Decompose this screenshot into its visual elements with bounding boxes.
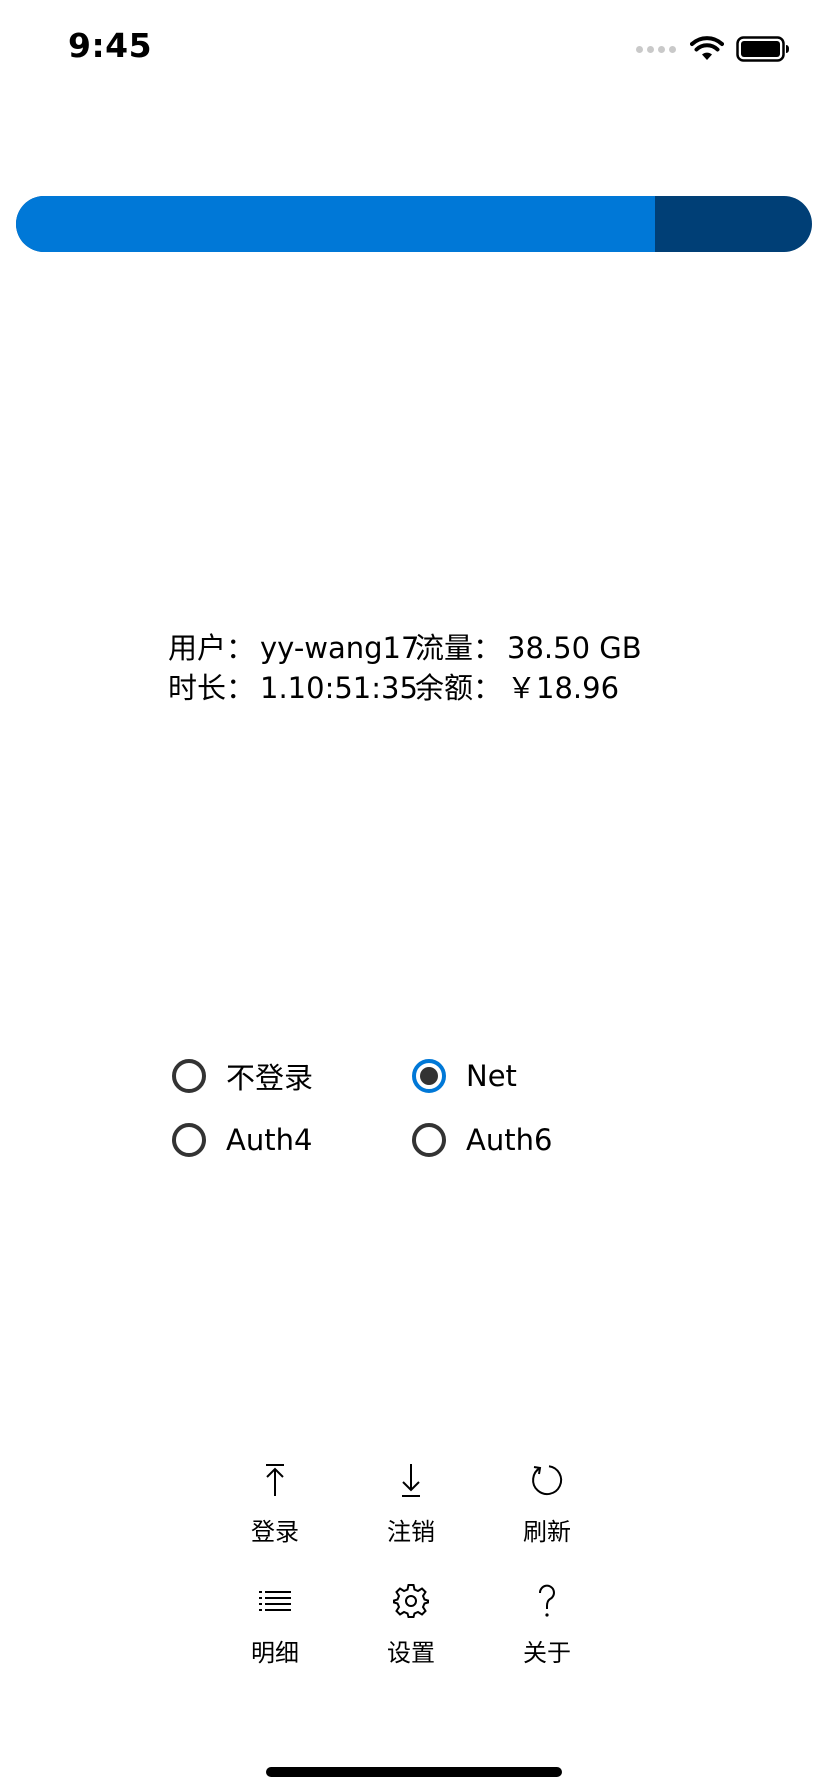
battery-icon — [736, 36, 789, 62]
radio-option-auth6[interactable]: Auth6 — [412, 1120, 592, 1160]
radio-button[interactable] — [412, 1123, 446, 1157]
action-buttons: 登录 注销 刷新 明细 设置 关于 — [207, 1460, 615, 1668]
status-bar-time: 9:45 — [68, 26, 153, 65]
info-row-user-traffic: 用户： yy-wang17 流量： 38.50 GB — [168, 628, 642, 668]
radio-button[interactable] — [172, 1123, 206, 1157]
duration-value: 1.10:51:35 — [260, 671, 418, 705]
login-button[interactable]: 登录 — [207, 1460, 343, 1547]
radio-option-no-login[interactable]: 不登录 — [172, 1056, 412, 1096]
logout-button-label: 注销 — [387, 1518, 435, 1546]
settings-button[interactable]: 设置 — [343, 1581, 479, 1668]
arrow-up-to-line-icon — [266, 1464, 284, 1496]
user-label: 用户： — [168, 631, 256, 665]
list-icon — [259, 1591, 291, 1611]
logout-button[interactable]: 注销 — [343, 1460, 479, 1547]
radio-button[interactable] — [412, 1059, 446, 1093]
account-info: 用户： yy-wang17 流量： 38.50 GB 时长： 1.10:51:3… — [168, 628, 642, 708]
traffic-usage-fill — [16, 196, 656, 252]
traffic-label: 流量： — [415, 631, 503, 665]
details-button[interactable]: 明细 — [207, 1581, 343, 1668]
refresh-button-label: 刷新 — [523, 1518, 571, 1546]
info-row-duration-balance: 时长： 1.10:51:35 余额： ￥18.96 — [168, 668, 642, 708]
arrow-down-to-line-icon — [402, 1464, 420, 1497]
radio-label: 不登录 — [226, 1061, 314, 1095]
home-indicator[interactable] — [266, 1767, 562, 1777]
radio-label: Auth6 — [466, 1123, 553, 1157]
about-button-label: 关于 — [523, 1639, 571, 1667]
signal-dots-icon — [636, 45, 676, 53]
radio-option-auth4[interactable]: Auth4 — [172, 1120, 412, 1160]
radio-label: Auth4 — [226, 1123, 313, 1157]
wifi-icon — [690, 36, 724, 60]
gear-icon — [393, 1584, 429, 1618]
balance-label: 余额： — [415, 671, 503, 705]
about-button[interactable]: 关于 — [479, 1581, 615, 1668]
balance-value: ￥18.96 — [507, 671, 620, 705]
radio-option-net[interactable]: Net — [412, 1056, 592, 1096]
traffic-value: 38.50 GB — [507, 631, 642, 665]
refresh-button[interactable]: 刷新 — [479, 1460, 615, 1547]
login-mode-radio-group: 不登录 Net Auth4 Auth6 — [172, 1056, 592, 1160]
settings-button-label: 设置 — [387, 1639, 435, 1667]
details-button-label: 明细 — [251, 1639, 299, 1667]
login-button-label: 登录 — [251, 1518, 299, 1546]
user-value: yy-wang17 — [260, 631, 420, 665]
radio-label: Net — [466, 1059, 517, 1093]
refresh-icon — [532, 1465, 563, 1496]
status-bar-icons — [636, 34, 790, 64]
radio-button[interactable] — [172, 1059, 206, 1093]
question-mark-icon — [538, 1584, 555, 1617]
duration-label: 时长： — [168, 671, 256, 705]
traffic-usage-bar — [16, 196, 812, 252]
